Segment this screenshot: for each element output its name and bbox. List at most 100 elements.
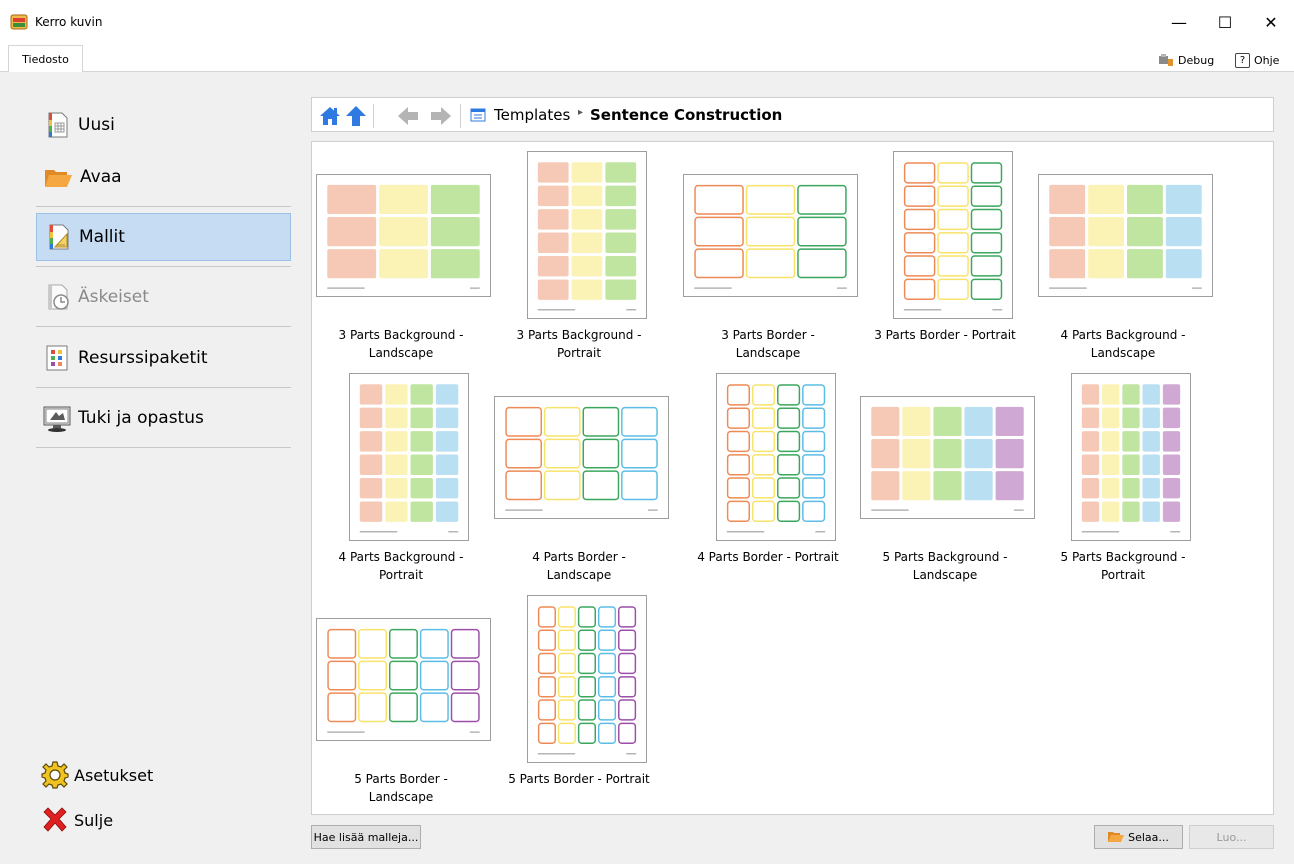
preview-cell [1142,454,1160,475]
template-tile[interactable]: 4 Parts Border - Landscape [490,364,669,582]
nav-item-new[interactable]: Uusi [36,101,291,149]
preview-cell [435,431,459,452]
preview-cell [435,384,459,405]
preview-cell [327,692,357,723]
back-arrow-icon[interactable] [396,104,420,128]
preview-cell [1122,407,1140,429]
forward-arrow-icon[interactable] [429,104,453,128]
preview-cell [537,606,556,628]
preview-cell [577,629,596,651]
preview-cell [410,431,433,452]
preview-cell [537,209,569,230]
preview-cell [1162,454,1181,475]
preview-cell [557,722,576,744]
debug-button[interactable]: Debug [1158,50,1214,70]
preview-cell [577,606,596,628]
preview-cell [1102,454,1120,475]
preview-cell [385,454,408,475]
preview-cell [1165,217,1202,247]
preview-cell [1122,454,1140,475]
template-label-line: Portrait [556,346,602,360]
template-tile[interactable]: 3 Parts Background - Portrait [490,142,668,360]
preview-cell [964,439,993,469]
preview-cell [802,384,826,406]
preview-cell [777,430,801,453]
preview-cell [777,477,801,499]
breadcrumb-templates[interactable]: Templates [494,106,570,124]
preview-cell [1165,249,1202,279]
minimize-button[interactable]: — [1156,0,1202,44]
nav-item-open[interactable]: Avaa [36,153,291,201]
close-window-button[interactable]: ✕ [1248,0,1294,44]
preview-cell [621,470,658,501]
preview-cell [359,501,383,522]
preview-cell [537,676,556,698]
preview-cell [597,629,617,651]
template-tile[interactable]: 5 Parts Background - Portrait [1034,364,1212,582]
home-icon[interactable] [318,104,342,128]
get-more-templates-button[interactable]: Hae lisää malleja... [311,825,421,849]
nav-item-recent[interactable]: Äskeiset [36,273,291,321]
preview-cell [385,501,408,522]
maximize-button[interactable]: ☐ [1202,0,1248,44]
preview-cell [1122,384,1140,405]
preview-cell [903,278,936,300]
preview-cell [1088,249,1125,279]
nav-item-support[interactable]: Tuki ja opastus [36,394,291,442]
template-tile[interactable]: 4 Parts Border - Portrait [679,364,857,578]
preview-cell [605,209,637,230]
template-tile[interactable]: 5 Parts Border - Portrait [490,586,668,800]
preview-cell [435,477,459,499]
browse-button[interactable]: Selaa... [1094,825,1183,849]
template-label-line: Landscape [1090,346,1156,360]
preview-cell [970,162,1003,184]
debug-label: Debug [1178,53,1215,67]
preview-cell [1162,477,1181,499]
preview-cell [726,384,750,406]
close-app-button[interactable]: Sulje [40,805,113,835]
nav-item-templates[interactable]: Mallit [36,213,291,261]
template-tile[interactable]: 3 Parts Border - Landscape [679,142,858,360]
tab-file[interactable]: Tiedosto [8,45,83,72]
preview-cell [751,384,776,406]
preview-cell [557,629,576,651]
nav-item-resource-packs[interactable]: Resurssipaketit [36,334,291,382]
template-label: 3 Parts Background - Portrait [490,326,668,362]
preview-cell [751,430,776,453]
template-label: 5 Parts Background - Portrait [1034,548,1212,584]
template-tile[interactable]: 5 Parts Border - Landscape [312,586,491,804]
template-tile[interactable]: 5 Parts Background - Landscape [856,364,1035,582]
preview-cell [1081,477,1100,499]
preview-cell [543,438,581,469]
preview-cell [618,606,637,628]
preview-cell [359,477,383,499]
template-label-line: Landscape [368,790,434,804]
template-tile[interactable]: 4 Parts Background - Landscape [1034,142,1213,360]
preview-cell [1142,384,1160,405]
template-tile[interactable]: 4 Parts Background - Portrait [312,364,490,582]
preview-cell [435,407,459,429]
help-button[interactable]: ? Ohje [1235,50,1279,70]
create-button[interactable]: Luo... [1189,825,1274,849]
preview-cell [577,722,596,744]
preview-cell [1126,217,1163,247]
preview-cell [605,232,637,253]
template-preview [694,184,847,289]
preview-cell [621,438,658,469]
preview-cell [694,248,744,279]
template-label: 4 Parts Border - Portrait [679,548,857,566]
preview-cell [937,162,969,184]
template-tile[interactable]: 3 Parts Background - Landscape [312,142,491,360]
close-icon: ✕ [1264,12,1278,32]
settings-button[interactable]: Asetukset [40,760,153,790]
preview-cell [745,184,796,215]
nav-divider [36,266,291,267]
preview-cell [871,471,900,501]
template-label: 3 Parts Border - Landscape [679,326,857,362]
preview-cell [1081,431,1100,452]
template-tile[interactable]: 3 Parts Border - Portrait [856,142,1034,356]
breadcrumb-separator-icon[interactable]: ▸ [578,107,583,118]
template-label-line: 4 Parts Border - Portrait [697,550,839,564]
up-arrow-icon[interactable] [344,104,368,128]
maximize-icon: ☐ [1217,12,1233,32]
